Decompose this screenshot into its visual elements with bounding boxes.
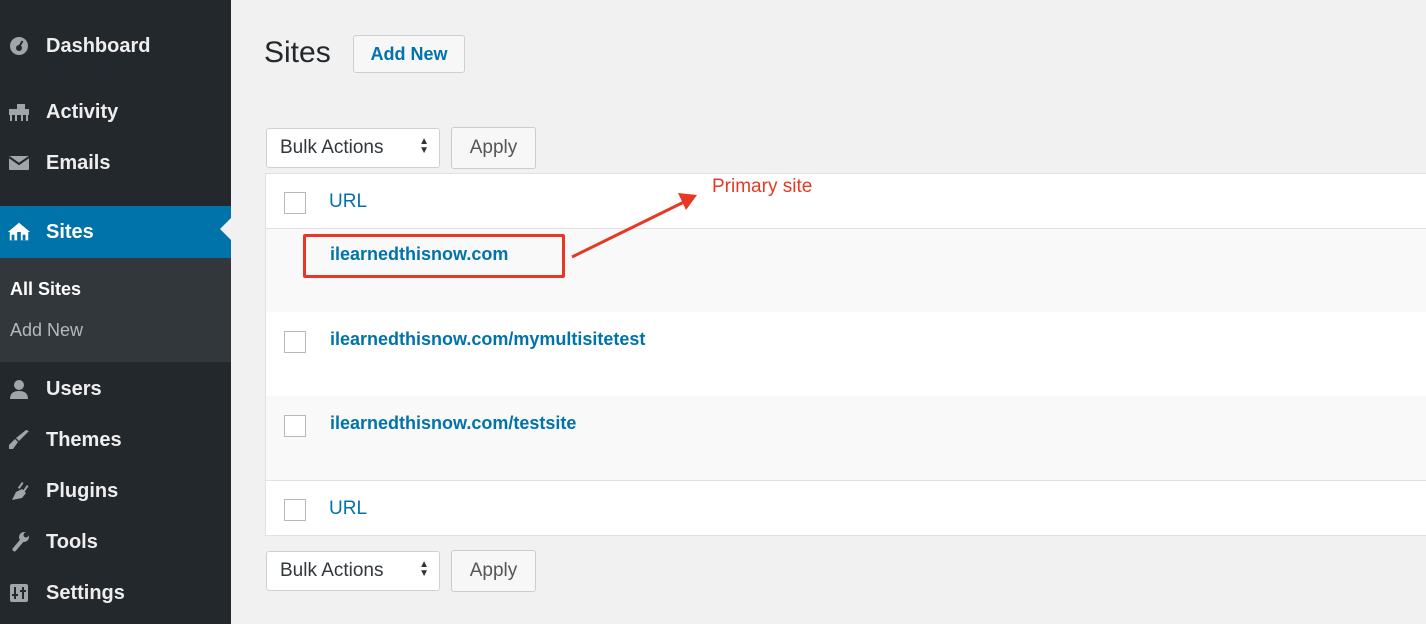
sidebar-item-tools[interactable]: Tools: [0, 520, 231, 564]
envelope-icon: [7, 151, 31, 175]
sidebar-item-settings[interactable]: Settings: [0, 571, 231, 615]
sites-table: URL ilearnedthisnow.com ilearnedthisnow.…: [265, 173, 1426, 536]
site-url-link[interactable]: ilearnedthisnow.com/testsite: [330, 413, 576, 434]
select-all-checkbox[interactable]: [284, 192, 306, 214]
sidebar-item-label: Sites: [46, 220, 94, 243]
row-checkbox[interactable]: [284, 331, 306, 353]
activity-icon: [7, 100, 31, 124]
sites-submenu: All Sites Add New: [0, 258, 231, 362]
sidebar-item-label: Plugins: [46, 479, 119, 502]
row-checkbox[interactable]: [284, 415, 306, 437]
dashboard-icon: [7, 34, 31, 58]
apply-button-bottom[interactable]: Apply: [451, 550, 536, 592]
sidebar-item-label: Users: [46, 377, 102, 400]
site-url-link[interactable]: ilearnedthisnow.com/mymultisitetest: [330, 329, 645, 350]
submenu-add-new[interactable]: Add New: [10, 320, 83, 341]
settings-icon: [7, 581, 31, 605]
sidebar-item-emails[interactable]: Emails: [0, 141, 231, 185]
sidebar-item-dashboard[interactable]: Dashboard: [0, 24, 231, 68]
plugin-icon: [7, 479, 31, 503]
select-all-checkbox-footer[interactable]: [284, 499, 306, 521]
primary-site-highlight-box: [303, 234, 565, 278]
apply-button-top[interactable]: Apply: [451, 127, 536, 169]
sidebar-item-label: Activity: [46, 100, 119, 123]
brush-icon: [7, 428, 31, 452]
table-footer: URL: [266, 481, 1426, 535]
column-footer-url[interactable]: URL: [329, 498, 367, 520]
submenu-all-sites[interactable]: All Sites: [10, 279, 81, 300]
bulk-actions-select-top[interactable]: Bulk Actions ▲ ▼: [266, 128, 440, 168]
sidebar-item-label: Dashboard: [46, 34, 151, 57]
select-arrows-icon: ▲ ▼: [419, 559, 429, 579]
sidebar-item-label: Emails: [46, 151, 111, 174]
bulk-actions-label: Bulk Actions: [280, 137, 384, 158]
select-arrows-icon: ▲ ▼: [419, 136, 429, 156]
bottom-strip: [0, 624, 1426, 628]
add-new-button[interactable]: Add New: [353, 35, 465, 73]
table-row: ilearnedthisnow.com/mymultisitetest: [266, 312, 1426, 396]
sites-icon: [7, 220, 31, 244]
table-header: URL: [266, 174, 1426, 228]
sidebar-item-plugins[interactable]: Plugins: [0, 469, 231, 513]
sidebar-item-users[interactable]: Users: [0, 367, 231, 411]
admin-sidebar: Dashboard Activity Emails Sites All Site…: [0, 0, 231, 624]
sidebar-item-sites[interactable]: Sites: [0, 206, 231, 258]
page-title: Sites: [264, 36, 331, 69]
sidebar-item-activity[interactable]: Activity: [0, 90, 231, 134]
table-row: ilearnedthisnow.com/testsite: [266, 396, 1426, 480]
sidebar-item-themes[interactable]: Themes: [0, 418, 231, 462]
user-icon: [7, 377, 31, 401]
column-header-url[interactable]: URL: [329, 191, 367, 213]
bulk-actions-label: Bulk Actions: [280, 560, 384, 581]
primary-site-annotation: Primary site: [712, 176, 813, 197]
sidebar-item-label: Tools: [46, 530, 98, 553]
sidebar-item-label: Themes: [46, 428, 122, 451]
wrench-icon: [7, 530, 31, 554]
bulk-actions-select-bottom[interactable]: Bulk Actions ▲ ▼: [266, 551, 440, 591]
sidebar-item-label: Settings: [46, 581, 125, 604]
